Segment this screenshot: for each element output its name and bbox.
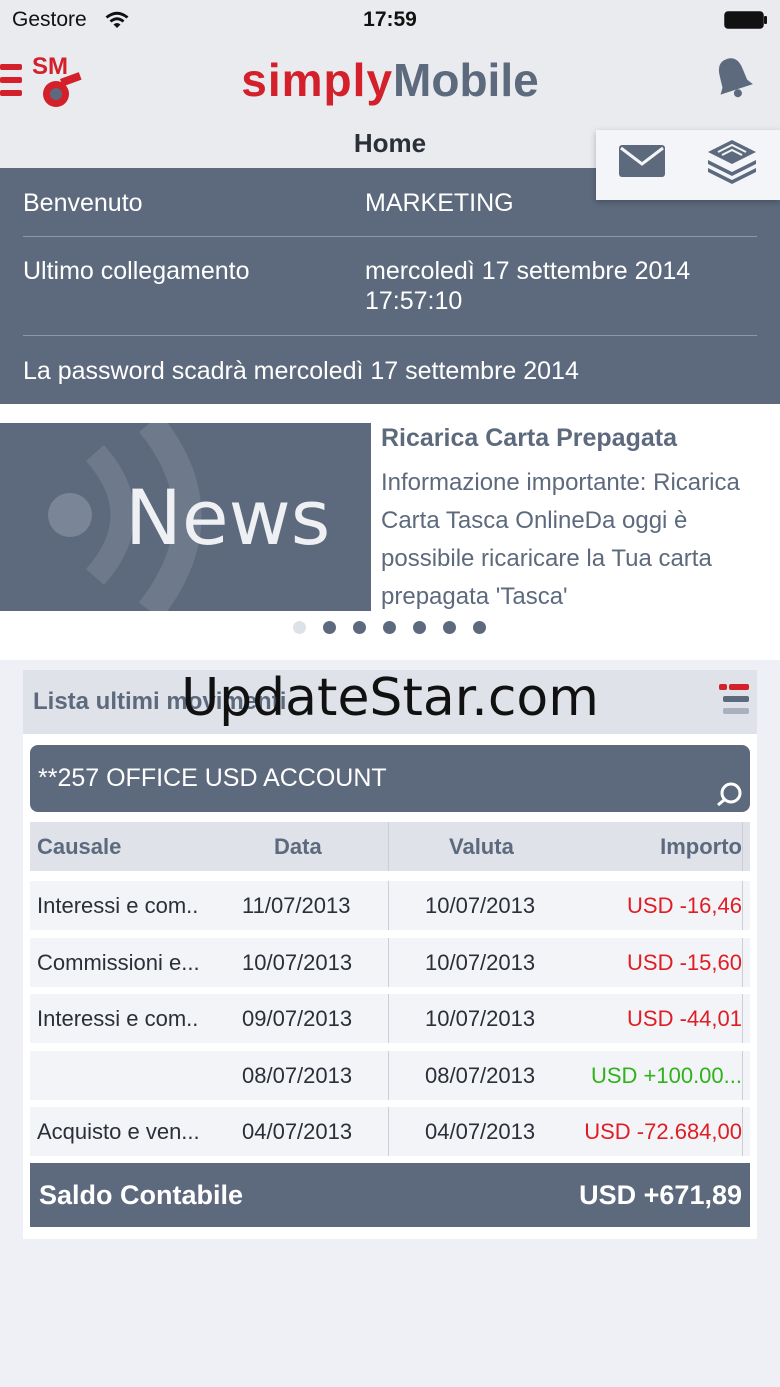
quick-actions-popup (596, 130, 780, 200)
password-notice: La password scadrà mercoledì 17 settembr… (23, 357, 579, 385)
brand-mobile: Mobile (393, 54, 539, 106)
col-valuta[interactable]: Valuta (449, 834, 514, 860)
news-banner-text: News (125, 473, 331, 562)
cell-importo: USD +100.00... (590, 1063, 742, 1088)
account-name: **257 OFFICE USD ACCOUNT (38, 764, 387, 792)
col-causale[interactable]: Causale (37, 834, 121, 860)
cell-importo: USD -15,60 (627, 950, 742, 975)
column-divider (388, 881, 389, 930)
cell-importo: USD -44,01 (627, 1006, 742, 1031)
cell-valuta: 10/07/2013 (425, 1006, 536, 1031)
page-dot[interactable] (353, 621, 366, 634)
table-header: Causale Data Valuta Importo (30, 822, 750, 871)
page-dot[interactable] (473, 621, 486, 634)
movements-card: Lista ultimi movimenti **257 OFFICE USD … (23, 670, 757, 1239)
watermark: UpdateStar.com (181, 668, 599, 728)
table-row[interactable]: Interessi e com.. 09/07/2013 10/07/2013 … (30, 994, 750, 1043)
layers-icon[interactable] (704, 138, 760, 186)
cell-causale: Acquisto e ven... (37, 1119, 200, 1144)
search-icon[interactable] (716, 782, 744, 806)
table-row[interactable]: Acquisto e ven... 04/07/2013 04/07/2013 … (30, 1107, 750, 1156)
brand-simply: simply (241, 54, 394, 106)
column-divider (388, 1107, 389, 1156)
column-divider (388, 1051, 389, 1100)
battery-icon (724, 11, 767, 29)
column-divider (388, 822, 389, 871)
news-banner-image[interactable]: News (0, 423, 371, 611)
news-carousel[interactable]: News Ricarica Carta Prepagata Informazio… (0, 404, 780, 660)
table-row[interactable]: Commissioni e... 10/07/2013 10/07/2013 U… (30, 938, 750, 987)
status-bar: Gestore 17:59 (0, 0, 780, 40)
col-data[interactable]: Data (274, 834, 322, 860)
last-login-time: 17:57:10 (365, 287, 463, 315)
page-dot[interactable] (443, 621, 456, 634)
column-divider (388, 938, 389, 987)
balance-value: USD +671,89 (579, 1180, 742, 1210)
table-row[interactable]: Interessi e com.. 11/07/2013 10/07/2013 … (30, 881, 750, 930)
cell-importo: USD -16,46 (627, 893, 742, 918)
page-dot[interactable] (413, 621, 426, 634)
cell-valuta: 04/07/2013 (425, 1119, 536, 1144)
cell-causale: Interessi e com.. (37, 1006, 199, 1031)
cell-data: 11/07/2013 (242, 893, 351, 918)
column-divider (388, 994, 389, 1043)
column-divider (742, 822, 743, 871)
column-divider (742, 1107, 743, 1156)
column-divider (742, 994, 743, 1043)
cell-data: 09/07/2013 (242, 1006, 353, 1031)
last-login-label: Ultimo collegamento (23, 257, 250, 285)
cell-causale: Commissioni e... (37, 950, 200, 975)
cell-causale: Interessi e com.. (37, 893, 199, 918)
cell-data: 10/07/2013 (242, 950, 353, 975)
news-title[interactable]: Ricarica Carta Prepagata (381, 424, 677, 453)
news-body: Informazione importante: Ricarica Carta … (381, 469, 740, 610)
welcome-label: Benvenuto (23, 189, 143, 217)
divider (23, 335, 757, 336)
table-row[interactable]: 08/07/2013 08/07/2013 USD +100.00... (30, 1051, 750, 1100)
column-divider (742, 1051, 743, 1100)
mail-icon[interactable] (618, 144, 666, 178)
carousel-page-indicator[interactable] (0, 621, 780, 635)
page-dot[interactable] (383, 621, 396, 634)
column-divider (742, 881, 743, 930)
cell-valuta: 10/07/2013 (425, 950, 536, 975)
page-dot[interactable] (323, 621, 336, 634)
balance-label: Saldo Contabile (39, 1180, 244, 1210)
cell-valuta: 10/07/2013 (425, 893, 536, 918)
clock: 17:59 (363, 8, 417, 31)
user-info-panel: Benvenuto MARKETING Ultimo collegamento … (0, 168, 780, 404)
col-importo[interactable]: Importo (660, 834, 742, 860)
brand-logo: simplyMobile (0, 54, 780, 106)
balance-bar: Saldo Contabile USD +671,89 (30, 1163, 750, 1227)
cell-data: 04/07/2013 (242, 1119, 353, 1144)
bell-icon[interactable] (712, 54, 754, 102)
cell-importo: USD -72.684,00 (584, 1119, 742, 1144)
page-dot[interactable] (293, 621, 306, 634)
divider (23, 236, 757, 237)
cell-data: 08/07/2013 (242, 1063, 353, 1088)
account-selector[interactable]: **257 OFFICE USD ACCOUNT (30, 745, 750, 812)
last-login-date: mercoledì 17 settembre 2014 (365, 257, 691, 285)
cell-valuta: 08/07/2013 (425, 1063, 536, 1088)
column-divider (742, 938, 743, 987)
